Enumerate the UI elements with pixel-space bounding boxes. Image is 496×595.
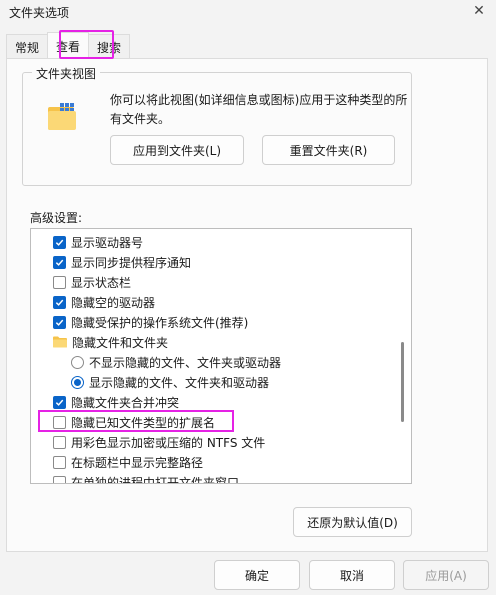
setting-label: 显示驱动器号 (71, 235, 144, 250)
title-bar: 文件夹选项 ✕ (0, 0, 496, 26)
setting-color-encrypted-ntfs[interactable]: 用彩色显示加密或压缩的 NTFS 文件 (53, 432, 265, 452)
tab-search[interactable]: 搜索 (88, 34, 131, 59)
tab-general[interactable]: 常规 (6, 34, 49, 59)
folder-icon (53, 336, 67, 348)
cancel-button[interactable]: 取消 (309, 560, 395, 590)
setting-label: 显示状态栏 (71, 275, 132, 290)
close-icon[interactable]: ✕ (468, 0, 490, 22)
setting-hide-empty-drives[interactable]: 隐藏空的驱动器 (53, 292, 155, 312)
folder-views-description: 你可以将此视图(如详细信息或图标)应用于这种类型的所有文件夹。 (110, 93, 408, 126)
checkbox-checked[interactable] (53, 255, 66, 269)
checkbox-unchecked[interactable] (53, 455, 66, 469)
reset-folders-button[interactable]: 重置文件夹(R) (262, 135, 395, 165)
checkbox-unchecked[interactable] (53, 435, 66, 449)
setting-dont-show-hidden[interactable]: 不显示隐藏的文件、文件夹或驱动器 (71, 352, 281, 372)
tab-view[interactable]: 查看 (47, 32, 90, 59)
folder-view-icon (48, 103, 76, 130)
checkbox-unchecked[interactable] (53, 415, 66, 429)
apply-to-folders-button[interactable]: 应用到文件夹(L) (110, 135, 244, 165)
setting-show-drive-letters[interactable]: 显示驱动器号 (53, 232, 143, 252)
setting-label: 用彩色显示加密或压缩的 NTFS 文件 (71, 435, 266, 450)
setting-hide-protected-os-files[interactable]: 隐藏受保护的操作系统文件(推荐) (53, 312, 248, 332)
checkbox-checked[interactable] (53, 395, 66, 409)
checkbox-checked[interactable] (53, 315, 66, 329)
setting-label: 在标题栏中显示完整路径 (71, 455, 204, 470)
tab-bar: 常规 查看 搜索 (6, 32, 131, 59)
advanced-settings-list[interactable]: 显示驱动器号显示同步提供程序通知 显示状态栏隐藏空的驱动器隐藏受保护的操作系统文件… (30, 228, 412, 484)
setting-label: 隐藏文件和文件夹 (72, 335, 169, 350)
setting-label: 隐藏已知文件类型的扩展名 (71, 415, 216, 430)
restore-defaults-button[interactable]: 还原为默认值(D) (293, 507, 412, 537)
radio-unselected[interactable] (71, 355, 84, 369)
setting-label: 隐藏空的驱动器 (71, 295, 156, 310)
setting-label: 显示隐藏的文件、文件夹和驱动器 (89, 375, 270, 390)
setting-hidden-files-folders: 隐藏文件和文件夹 (53, 332, 168, 352)
setting-label: 在单独的进程中打开文件夹窗口 (71, 475, 240, 484)
apply-button[interactable]: 应用(A) (403, 560, 489, 590)
list-scrollbar[interactable] (397, 229, 411, 483)
setting-hide-folder-merge-conflicts[interactable]: 隐藏文件夹合并冲突 (53, 392, 179, 412)
setting-show-hidden[interactable]: 显示隐藏的文件、文件夹和驱动器 (71, 372, 269, 392)
window-title: 文件夹选项 (9, 6, 70, 20)
setting-separate-process-folders[interactable]: 在单独的进程中打开文件夹窗口 (53, 472, 240, 484)
setting-hide-known-extensions[interactable]: 隐藏已知文件类型的扩展名 (53, 412, 215, 432)
setting-show-status-bar[interactable]: 显示状态栏 (53, 272, 131, 292)
radio-selected[interactable] (71, 375, 84, 389)
folder-views-legend: 文件夹视图 (32, 65, 101, 82)
checkbox-unchecked[interactable] (53, 275, 66, 289)
scrollbar-thumb[interactable] (401, 342, 404, 422)
checkbox-checked[interactable] (53, 295, 66, 309)
advanced-settings-label: 高级设置: (30, 211, 83, 225)
setting-show-sync-notifications[interactable]: 显示同步提供程序通知 (53, 252, 191, 272)
setting-label: 显示同步提供程序通知 (71, 255, 192, 270)
checkbox-checked[interactable] (53, 235, 66, 249)
ok-button[interactable]: 确定 (214, 560, 300, 590)
folder-views-group (22, 72, 412, 186)
setting-show-full-path[interactable]: 在标题栏中显示完整路径 (53, 452, 203, 472)
setting-label: 不显示隐藏的文件、文件夹或驱动器 (89, 355, 282, 370)
setting-label: 隐藏受保护的操作系统文件(推荐) (71, 315, 249, 330)
checkbox-unchecked[interactable] (53, 475, 66, 483)
setting-label: 隐藏文件夹合并冲突 (71, 395, 180, 410)
